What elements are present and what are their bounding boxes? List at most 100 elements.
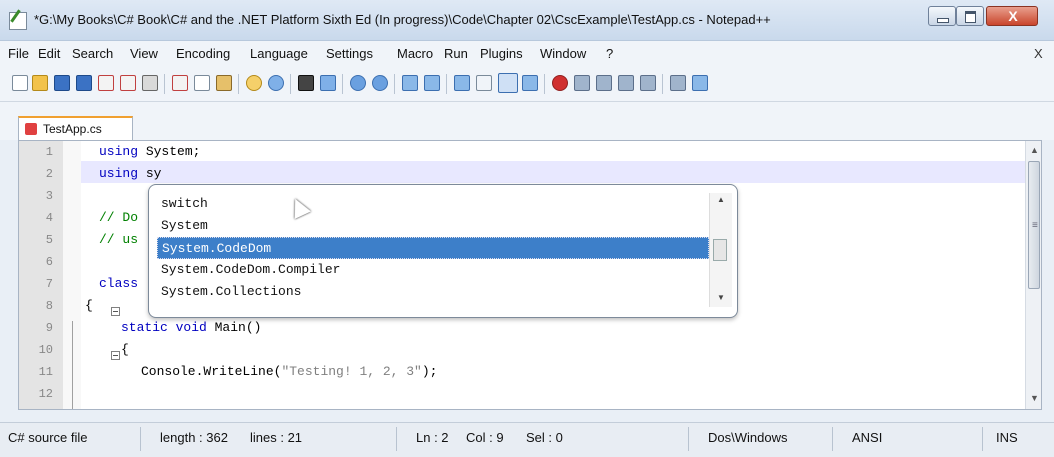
- keyword-token: static void: [121, 320, 207, 335]
- save-icon[interactable]: [54, 75, 70, 91]
- close-button[interactable]: X: [986, 6, 1038, 26]
- menu-plugins[interactable]: Plugins: [480, 46, 523, 61]
- run-macro-multiple-icon[interactable]: [618, 75, 634, 91]
- launch-browser-icon[interactable]: [670, 75, 686, 91]
- autocomplete-item-selected[interactable]: System.CodeDom: [157, 237, 709, 259]
- tab-testapp[interactable]: TestApp.cs: [18, 116, 133, 140]
- record-macro-icon[interactable]: [552, 75, 568, 91]
- cut-icon[interactable]: [172, 75, 188, 91]
- status-separator: [396, 427, 397, 451]
- status-separator: [140, 427, 141, 451]
- close-icon: X: [1008, 8, 1018, 24]
- maximize-button[interactable]: [956, 6, 984, 26]
- code-token: );: [421, 364, 438, 379]
- maximize-icon: [965, 11, 976, 23]
- code-line-7: class: [99, 276, 139, 291]
- title-bar[interactable]: *G:\My Books\C# Book\C# and the .NET Pla…: [0, 0, 1054, 41]
- show-all-characters-icon[interactable]: [476, 75, 492, 91]
- modified-file-icon: [25, 123, 37, 135]
- find-icon[interactable]: [298, 75, 314, 91]
- sync-vertical-icon[interactable]: [402, 75, 418, 91]
- keyword-token: using: [99, 144, 139, 159]
- zoom-in-icon[interactable]: [350, 75, 366, 91]
- menu-settings[interactable]: Settings: [326, 46, 373, 61]
- scroll-up-icon[interactable]: ▲: [717, 195, 725, 204]
- menu-language[interactable]: Language: [250, 46, 308, 61]
- toolbar-separator: [238, 74, 239, 94]
- open-file-icon[interactable]: [32, 75, 48, 91]
- menu-search[interactable]: Search: [72, 46, 113, 61]
- autocomplete-list[interactable]: switch System System.CodeDom System.Code…: [148, 184, 738, 318]
- zoom-out-icon[interactable]: [372, 75, 388, 91]
- vertical-scrollbar[interactable]: ▲ ≡ ▼: [1025, 141, 1041, 409]
- close-document-button[interactable]: X: [1034, 46, 1043, 61]
- playback-icon[interactable]: [596, 75, 612, 91]
- sync-horizontal-icon[interactable]: [424, 75, 440, 91]
- undo-icon[interactable]: [246, 75, 262, 91]
- scrollbar-thumb[interactable]: [713, 239, 727, 261]
- menu-file[interactable]: File: [8, 46, 29, 61]
- autocomplete-scrollbar[interactable]: ▲ ▼: [709, 193, 732, 307]
- line-number: 5: [45, 233, 53, 247]
- autocomplete-item[interactable]: switch: [157, 193, 709, 215]
- menu-macro[interactable]: Macro: [397, 46, 433, 61]
- word-wrap-icon[interactable]: [454, 75, 470, 91]
- current-line-highlight: [81, 161, 1025, 183]
- minimize-icon: [937, 18, 949, 23]
- menu-help[interactable]: ?: [606, 46, 613, 61]
- line-number: 3: [45, 189, 53, 203]
- save-macro-icon[interactable]: [640, 75, 656, 91]
- menu-view[interactable]: View: [130, 46, 158, 61]
- status-lines: lines : 21: [250, 430, 303, 445]
- line-number: 8: [45, 299, 53, 313]
- user-defined-language-icon[interactable]: [522, 75, 538, 91]
- menu-run[interactable]: Run: [444, 46, 468, 61]
- minimize-button[interactable]: [928, 6, 956, 26]
- notepad-app-icon[interactable]: [9, 12, 27, 30]
- autocomplete-item[interactable]: System.CodeDom.Compiler: [157, 259, 709, 281]
- copy-icon[interactable]: [194, 75, 210, 91]
- print-icon[interactable]: [142, 75, 158, 91]
- line-number: 9: [45, 321, 53, 335]
- window-title: *G:\My Books\C# Book\C# and the .NET Pla…: [34, 12, 771, 27]
- menu-window[interactable]: Window: [540, 46, 586, 61]
- status-line: Ln : 2: [416, 430, 449, 445]
- fold-toggle-icon[interactable]: [111, 351, 120, 360]
- paste-icon[interactable]: [216, 75, 232, 91]
- line-number: 6: [45, 255, 53, 269]
- menu-edit[interactable]: Edit: [38, 46, 60, 61]
- code-line-5: // us: [99, 232, 139, 247]
- save-all-icon[interactable]: [76, 75, 92, 91]
- indent-guide-icon[interactable]: [498, 73, 518, 93]
- close-all-icon[interactable]: [120, 75, 136, 91]
- stop-recording-icon[interactable]: [574, 75, 590, 91]
- replace-icon[interactable]: [320, 75, 336, 91]
- status-bar: C# source file length : 362 lines : 21 L…: [0, 422, 1054, 457]
- new-file-icon[interactable]: [12, 75, 28, 91]
- document-tab-bar: TestApp.cs: [0, 102, 1054, 140]
- scroll-down-icon[interactable]: ▼: [1030, 393, 1039, 403]
- status-encoding: ANSI: [852, 430, 883, 445]
- close-file-icon[interactable]: [98, 75, 114, 91]
- autocomplete-item[interactable]: System.Collections: [157, 281, 709, 303]
- autocomplete-item[interactable]: System: [157, 215, 709, 237]
- toolbar: [0, 65, 1054, 102]
- tab-label: TestApp.cs: [43, 122, 102, 136]
- status-insert-mode: INS: [996, 430, 1018, 445]
- redo-icon[interactable]: [268, 75, 284, 91]
- fold-toggle-icon[interactable]: [111, 307, 120, 316]
- code-line-1: using System;: [99, 144, 200, 159]
- code-line-2: using sy: [99, 166, 161, 181]
- toolbar-separator: [164, 74, 165, 94]
- status-separator: [832, 427, 833, 451]
- status-file-type: C# source file: [8, 430, 88, 445]
- line-number: 10: [38, 343, 53, 357]
- scroll-up-icon[interactable]: ▲: [1030, 145, 1039, 155]
- scroll-down-icon[interactable]: ▼: [717, 293, 725, 302]
- notepad-plus-plus-window: *G:\My Books\C# Book\C# and the .NET Pla…: [0, 0, 1054, 457]
- line-number-gutter: 1 2 3 4 5 6 7 8 9 10 11 12: [19, 141, 63, 409]
- fold-guide-line: [72, 321, 73, 409]
- menu-encoding[interactable]: Encoding: [176, 46, 230, 61]
- spell-check-icon[interactable]: [692, 75, 708, 91]
- scrollbar-thumb[interactable]: ≡: [1028, 161, 1040, 289]
